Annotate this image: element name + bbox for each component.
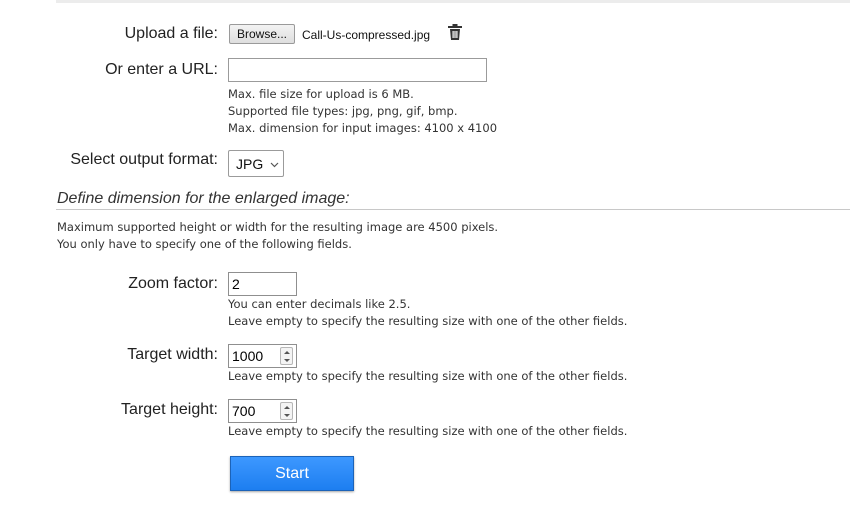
dimension-section-heading: Define dimension for the enlarged image: (57, 190, 350, 207)
output-format-label: Select output format: (70, 151, 218, 168)
target-width-label: Target width: (127, 346, 218, 363)
spinner-up-icon[interactable] (283, 350, 290, 354)
section-divider (56, 209, 850, 210)
upload-file-label: Upload a file: (124, 25, 218, 42)
dimension-intro-line: You only have to specify one of the foll… (57, 237, 352, 251)
top-divider (56, 0, 850, 3)
upload-info-line: Supported file types: jpg, png, gif, bmp… (228, 104, 458, 118)
spinner-up-icon[interactable] (283, 405, 290, 409)
dimension-intro-line: Maximum supported height or width for th… (57, 220, 499, 234)
upload-info-line: Max. dimension for input images: 4100 x … (228, 121, 498, 135)
zoom-factor-field[interactable] (228, 272, 297, 296)
target-height-input[interactable] (229, 403, 280, 419)
chevron-down-icon (270, 155, 279, 173)
upload-info-line: Max. file size for upload is 6 MB. (228, 87, 414, 101)
target-height-field[interactable] (228, 399, 297, 423)
zoom-factor-input[interactable] (229, 276, 284, 292)
browse-button[interactable]: Browse... (229, 24, 295, 44)
spinner-down-icon[interactable] (283, 413, 290, 417)
target-height-label: Target height: (121, 401, 218, 418)
url-label: Or enter a URL: (105, 61, 218, 78)
upload-info: Max. file size for upload is 6 MB. Suppo… (228, 86, 497, 137)
zoom-hint: You can enter decimals like 2.5. Leave e… (228, 296, 627, 330)
target-height-hint: Leave empty to specify the resulting siz… (228, 424, 628, 438)
selected-filename: Call-Us-compressed.jpg (302, 28, 431, 42)
url-input[interactable] (228, 58, 487, 82)
target-height-spinner[interactable] (280, 402, 293, 420)
target-width-hint: Leave empty to specify the resulting siz… (228, 369, 628, 383)
target-width-spinner[interactable] (280, 347, 293, 365)
output-format-select[interactable]: JPG (228, 150, 284, 177)
output-format-value: JPG (236, 155, 264, 172)
spinner-down-icon[interactable] (283, 358, 290, 362)
dimension-intro: Maximum supported height or width for th… (57, 219, 498, 253)
target-width-input[interactable] (229, 348, 280, 364)
zoom-factor-label: Zoom factor: (128, 275, 218, 292)
trash-icon[interactable] (448, 24, 462, 40)
start-button[interactable]: Start (230, 456, 354, 491)
zoom-hint-line: Leave empty to specify the resulting siz… (228, 314, 628, 328)
target-width-field[interactable] (228, 344, 297, 368)
zoom-hint-line: You can enter decimals like 2.5. (228, 297, 411, 311)
